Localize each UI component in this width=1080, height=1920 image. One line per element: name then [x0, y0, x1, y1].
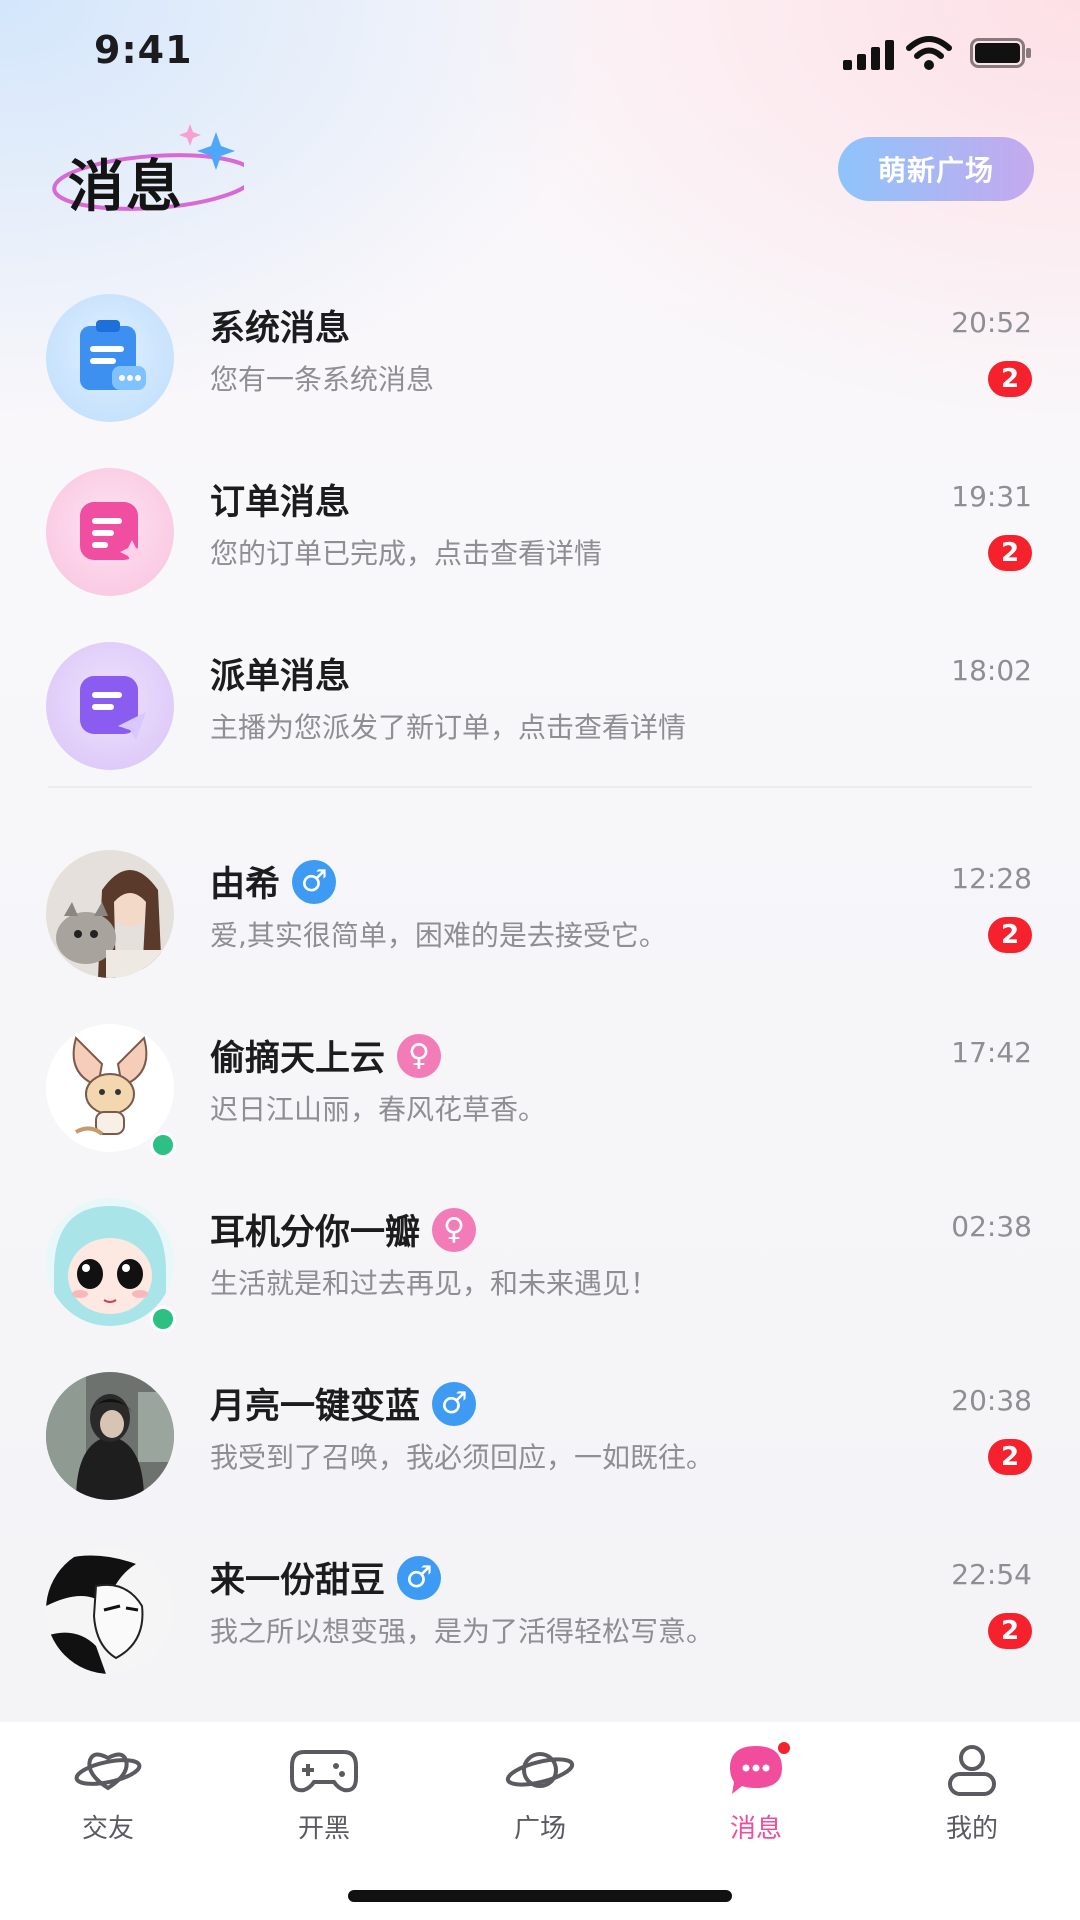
chat-item-yuxi[interactable]: 由希 ♂ 爱,其实很简单，困难的是去接受它。 12:28 2 [0, 826, 1080, 986]
battery-icon [970, 38, 1031, 68]
tab-label: 我的 [945, 1814, 998, 1844]
order-message-name: 订单消息 [210, 483, 351, 523]
section-divider [48, 786, 1032, 788]
chat-name: 偷摘天上云 [210, 1039, 386, 1079]
chat-item-toutian[interactable]: 偷摘天上云 ♀ 迟日江山丽，春风花草香。 17:42 [0, 1000, 1080, 1160]
newbie-plaza-button[interactable]: 萌新广场 [838, 137, 1034, 201]
unread-badge: 2 [988, 1439, 1032, 1475]
cellular-signal-icon [843, 40, 894, 70]
chat-time: 12:28 [951, 862, 1032, 895]
heart-planet-icon [74, 1752, 142, 1791]
avatar[interactable] [46, 1198, 174, 1326]
list-item-system-message[interactable]: 系统消息 您有一条系统消息 20:52 2 [0, 270, 1080, 430]
tab-play-together[interactable]: 开黑 [264, 1742, 384, 1852]
tab-label: 广场 [513, 1814, 566, 1844]
chat-time: 02:38 [951, 1210, 1032, 1243]
clipboard-chat-icon [80, 320, 146, 390]
list-item-dispatch-message[interactable]: 派单消息 主播为您派发了新订单，点击查看详情 18:02 [0, 618, 1080, 778]
chat-preview: 生活就是和过去再见，和未来遇见！ [210, 1267, 659, 1300]
user-avatar-manga-boy [46, 1546, 174, 1674]
status-time: 9:41 [94, 28, 193, 72]
chat-preview: 爱,其实很简单，困难的是去接受它。 [210, 919, 667, 952]
order-message-time: 19:31 [951, 480, 1032, 513]
gamepad-icon [290, 1750, 358, 1793]
female-gender-icon: ♀ [432, 1207, 477, 1252]
avatar[interactable] [46, 1372, 174, 1500]
user-avatar-fox-cartoon [46, 1024, 174, 1152]
chat-time: 17:42 [951, 1036, 1032, 1069]
unread-badge: 2 [988, 917, 1032, 953]
avatar[interactable] [46, 1546, 174, 1674]
female-gender-icon: ♀ [397, 1033, 442, 1078]
chat-preview: 我受到了召唤，我必须回应，一如既往。 [210, 1441, 715, 1474]
male-gender-icon: ♂ [397, 1555, 442, 1600]
system-message-time: 20:52 [951, 306, 1032, 339]
chat-item-tiandou[interactable]: 来一份甜豆 ♂ 我之所以想变强，是为了活得轻松写意。 22:54 2 [0, 1522, 1080, 1682]
unread-badge: 2 [988, 361, 1032, 397]
chat-name: 耳机分你一瓣 [210, 1213, 421, 1253]
chat-preview: 迟日江山丽，春风花草香。 [210, 1093, 547, 1126]
user-avatar-anime-girl [46, 1198, 174, 1326]
chat-time: 22:54 [951, 1558, 1032, 1591]
planet-icon [505, 1752, 575, 1788]
page-title-block: 消息 [44, 120, 244, 220]
dispatch-send-icon [80, 676, 146, 740]
system-message-preview: 您有一条系统消息 [210, 363, 435, 396]
home-indicator[interactable] [348, 1890, 732, 1902]
chat-name: 由希 [210, 865, 281, 905]
chat-bubble-icon [730, 1742, 790, 1794]
male-gender-icon: ♂ [292, 859, 337, 904]
dispatch-message-preview: 主播为您派发了新订单，点击查看详情 [210, 711, 687, 744]
tab-label: 开黑 [297, 1814, 350, 1844]
chat-name: 来一份甜豆 [210, 1561, 386, 1601]
chat-item-erji[interactable]: 耳机分你一瓣 ♀ 生活就是和过去再见，和未来遇见！ 02:38 [0, 1174, 1080, 1334]
user-photo-girl-cat [46, 850, 174, 978]
dispatch-message-name: 派单消息 [210, 657, 351, 697]
unread-badge: 2 [988, 1613, 1032, 1649]
tab-label: 消息 [729, 1814, 782, 1844]
list-item-order-message[interactable]: 订单消息 您的订单已完成，点击查看详情 19:31 2 [0, 444, 1080, 604]
tab-make-friends[interactable]: 交友 [48, 1742, 168, 1852]
avatar[interactable] [46, 850, 174, 978]
tab-label: 交友 [81, 1814, 134, 1844]
system-message-name: 系统消息 [210, 309, 351, 349]
chat-preview: 我之所以想变强，是为了活得轻松写意。 [210, 1615, 715, 1648]
tab-me[interactable]: 我的 [912, 1742, 1032, 1852]
male-gender-icon: ♂ [432, 1381, 477, 1426]
order-message-avatar [46, 468, 174, 596]
unread-badge: 2 [988, 535, 1032, 571]
avatar[interactable] [46, 1024, 174, 1152]
online-status-dot [150, 1306, 176, 1332]
tab-plaza[interactable]: 广场 [480, 1742, 600, 1852]
user-photo-man-hoodie [46, 1372, 174, 1500]
wifi-icon [906, 36, 952, 70]
order-message-preview: 您的订单已完成，点击查看详情 [210, 537, 603, 570]
online-status-dot [150, 1132, 176, 1158]
chat-name: 月亮一键变蓝 [210, 1387, 421, 1427]
tab-messages[interactable]: 消息 [696, 1742, 816, 1852]
person-icon [948, 1745, 996, 1796]
dispatch-message-time: 18:02 [951, 654, 1032, 687]
chat-item-yueliang[interactable]: 月亮一键变蓝 ♂ 我受到了召唤，我必须回应，一如既往。 20:38 2 [0, 1348, 1080, 1508]
order-doc-icon [80, 502, 144, 564]
chat-time: 20:38 [951, 1384, 1032, 1417]
dispatch-message-avatar [46, 642, 174, 770]
system-message-avatar [46, 294, 174, 422]
page-title: 消息 [68, 155, 184, 220]
status-bar: 9:41 [0, 0, 1080, 110]
